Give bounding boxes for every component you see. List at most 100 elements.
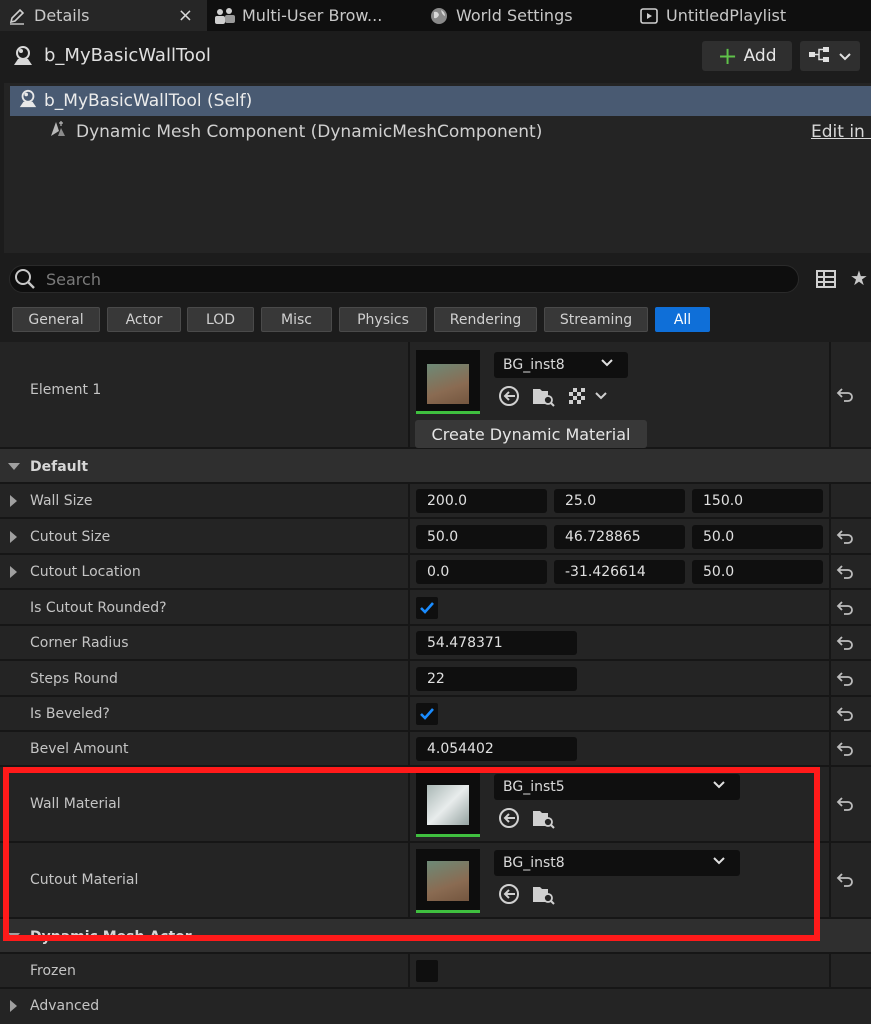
filter-lod[interactable]: LOD (187, 307, 254, 332)
expand-arrow-icon[interactable] (10, 495, 17, 507)
filter-misc[interactable]: Misc (261, 307, 332, 332)
cutout-size-y-field[interactable]: 46.728865 (554, 525, 685, 549)
actor-icon (18, 89, 38, 114)
tab-untitled-playlist[interactable]: UntitledPlaylist (638, 0, 858, 31)
cutout-location-x-field[interactable]: 0.0 (416, 560, 547, 584)
reset-arrow-icon[interactable] (836, 387, 854, 407)
frozen-checkbox[interactable] (416, 960, 438, 982)
filter-rendering[interactable]: Rendering (434, 307, 537, 332)
property-row-advanced[interactable]: Advanced (0, 989, 871, 1024)
material-thumbnail[interactable] (416, 350, 480, 414)
material-preview (427, 364, 469, 404)
filter-all[interactable]: All (655, 307, 710, 332)
reset-arrow-icon[interactable] (836, 796, 854, 816)
thumbnail-bar (416, 411, 480, 414)
material-preview (427, 785, 469, 825)
filter-physics[interactable]: Physics (339, 307, 427, 332)
property-label: Cutout Size (30, 529, 111, 545)
corner-radius-field[interactable]: 54.478371 (416, 631, 577, 655)
browse-folder-icon[interactable] (532, 807, 556, 833)
cutout-location-z-field[interactable]: 50.0 (692, 560, 823, 584)
create-dynamic-material-button[interactable]: Create Dynamic Material (415, 420, 647, 448)
tree-item-label: Dynamic Mesh Component (DynamicMeshCompo… (76, 121, 543, 142)
cutout-material-dropdown[interactable]: BG_inst8 (494, 850, 740, 876)
column-divider (408, 732, 410, 765)
property-label: Bevel Amount (30, 741, 129, 757)
cutout-size-x-field[interactable]: 50.0 (416, 525, 547, 549)
wall-material-dropdown[interactable]: BG_inst5 (494, 774, 740, 800)
steps-round-field[interactable]: 22 (416, 667, 577, 691)
reset-arrow-icon[interactable] (836, 635, 854, 655)
reset-column-divider (829, 626, 831, 659)
expand-arrow-icon[interactable] (10, 531, 17, 543)
reset-arrow-icon[interactable] (836, 741, 854, 761)
category-dynamic-mesh-actor[interactable]: Dynamic Mesh Actor (0, 919, 871, 954)
tree-item-self[interactable]: b_MyBasicWallTool (Self) (10, 86, 871, 116)
use-selected-icon[interactable] (498, 385, 520, 411)
is-beveled-checkbox[interactable] (416, 703, 438, 725)
reset-arrow-icon[interactable] (836, 529, 854, 549)
use-selected-icon[interactable] (498, 807, 520, 833)
browse-folder-icon[interactable] (532, 883, 556, 909)
playlist-icon (638, 5, 660, 27)
reset-arrow-icon[interactable] (836, 671, 854, 691)
collapse-arrow-icon (8, 933, 20, 940)
thumbnail-bar (416, 910, 480, 913)
search-icon (14, 268, 36, 294)
expand-arrow-icon[interactable] (10, 566, 17, 578)
users-icon (214, 5, 236, 27)
browse-folder-icon[interactable] (532, 385, 556, 411)
tab-world-settings[interactable]: World Settings (428, 0, 628, 31)
material-dropdown[interactable]: BG_inst8 (494, 352, 628, 378)
filter-streaming[interactable]: Streaming (544, 307, 648, 332)
filter-chips: General Actor LOD Misc Physics Rendering… (0, 300, 871, 342)
property-row-cutout-material: Cutout Material BG_inst8 (0, 843, 871, 919)
reset-column-divider (829, 697, 831, 730)
filter-actor[interactable]: Actor (107, 307, 181, 332)
wall-size-x-field[interactable]: 200.0 (416, 489, 547, 513)
reset-column-divider (829, 954, 831, 987)
property-grid: Element 1 BG_inst8 Create Dynamic Materi… (0, 342, 871, 1024)
property-label: Is Beveled? (30, 706, 110, 722)
property-row-cutout-location: Cutout Location 0.0 -31.426614 50.0 (0, 555, 871, 590)
thumbnail-bar (416, 834, 480, 837)
cutout-size-z-field[interactable]: 50.0 (692, 525, 823, 549)
collapse-arrow-icon (8, 463, 20, 470)
tree-item-dynamic-mesh-component[interactable]: Dynamic Mesh Component (DynamicMeshCompo… (48, 119, 542, 144)
reset-column-divider (829, 732, 831, 765)
property-label: Corner Radius (30, 635, 129, 651)
wall-size-y-field[interactable]: 25.0 (554, 489, 685, 513)
search-input[interactable]: Search (9, 265, 799, 293)
reset-arrow-icon[interactable] (836, 600, 854, 620)
reset-arrow-icon[interactable] (836, 872, 854, 892)
add-component-button[interactable]: + Add (702, 41, 792, 71)
checker-options-icon[interactable] (568, 387, 610, 409)
is-cutout-rounded-checkbox[interactable] (416, 597, 438, 619)
reset-arrow-icon[interactable] (836, 564, 854, 584)
pencil-icon (6, 5, 28, 27)
blueprint-options-button[interactable] (800, 41, 860, 71)
category-default[interactable]: Default (0, 449, 871, 484)
edit-in-cpp-link[interactable]: Edit in C (811, 122, 871, 142)
tab-details[interactable]: Details × (0, 0, 207, 31)
cutout-location-y-field[interactable]: -31.426614 (554, 560, 685, 584)
details-header: b_MyBasicWallTool + Add (0, 31, 871, 81)
reset-column-divider (829, 590, 831, 624)
column-divider (408, 954, 410, 987)
property-row-is-beveled: Is Beveled? (0, 697, 871, 732)
chevron-down-icon (712, 855, 726, 871)
expand-arrow-icon[interactable] (10, 1000, 17, 1012)
close-icon[interactable]: × (178, 5, 193, 26)
star-icon[interactable]: ★ (850, 266, 868, 290)
property-matrix-icon[interactable] (816, 269, 836, 293)
wall-material-thumbnail[interactable] (416, 773, 480, 837)
component-tree-panel: b_MyBasicWallTool (Self) Dynamic Mesh Co… (4, 83, 871, 253)
column-divider (408, 555, 410, 588)
filter-general[interactable]: General (12, 307, 100, 332)
reset-arrow-icon[interactable] (836, 706, 854, 726)
wall-size-z-field[interactable]: 150.0 (692, 489, 823, 513)
bevel-amount-field[interactable]: 4.054402 (416, 737, 577, 761)
use-selected-icon[interactable] (498, 883, 520, 909)
cutout-material-thumbnail[interactable] (416, 849, 480, 913)
tab-multi-user-browser[interactable]: Multi-User Brow... (214, 0, 414, 31)
